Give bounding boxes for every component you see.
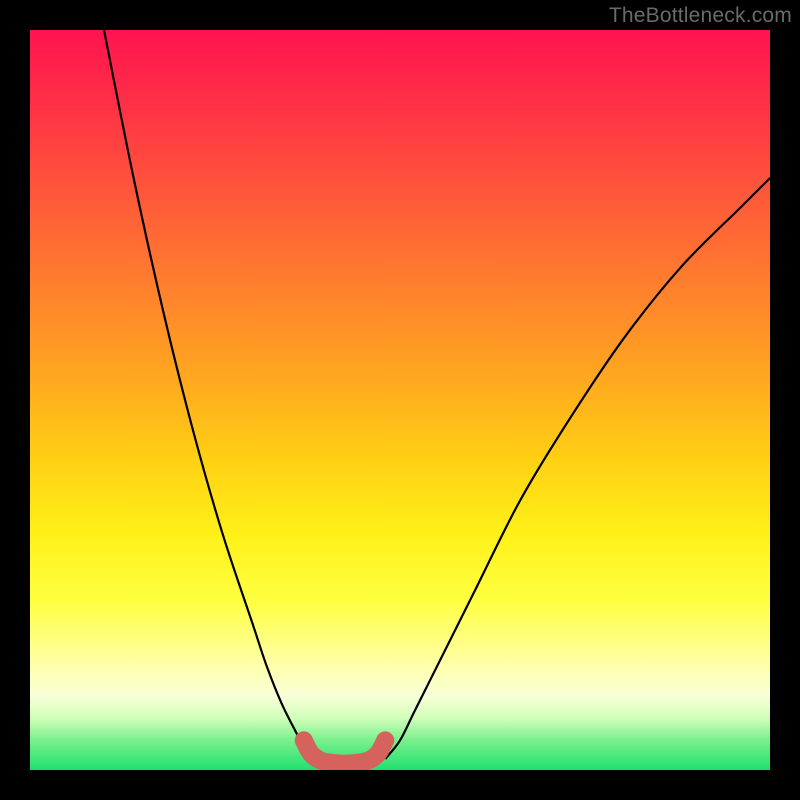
chart-frame: TheBottleneck.com <box>0 0 800 800</box>
watermark-text: TheBottleneck.com <box>609 4 792 28</box>
curve-right-branch <box>385 178 770 759</box>
chart-overlay <box>30 30 770 770</box>
curve-left-branch <box>104 30 311 759</box>
valley-marker <box>302 745 320 763</box>
plot-area <box>30 30 770 770</box>
valley-marker <box>376 731 394 749</box>
